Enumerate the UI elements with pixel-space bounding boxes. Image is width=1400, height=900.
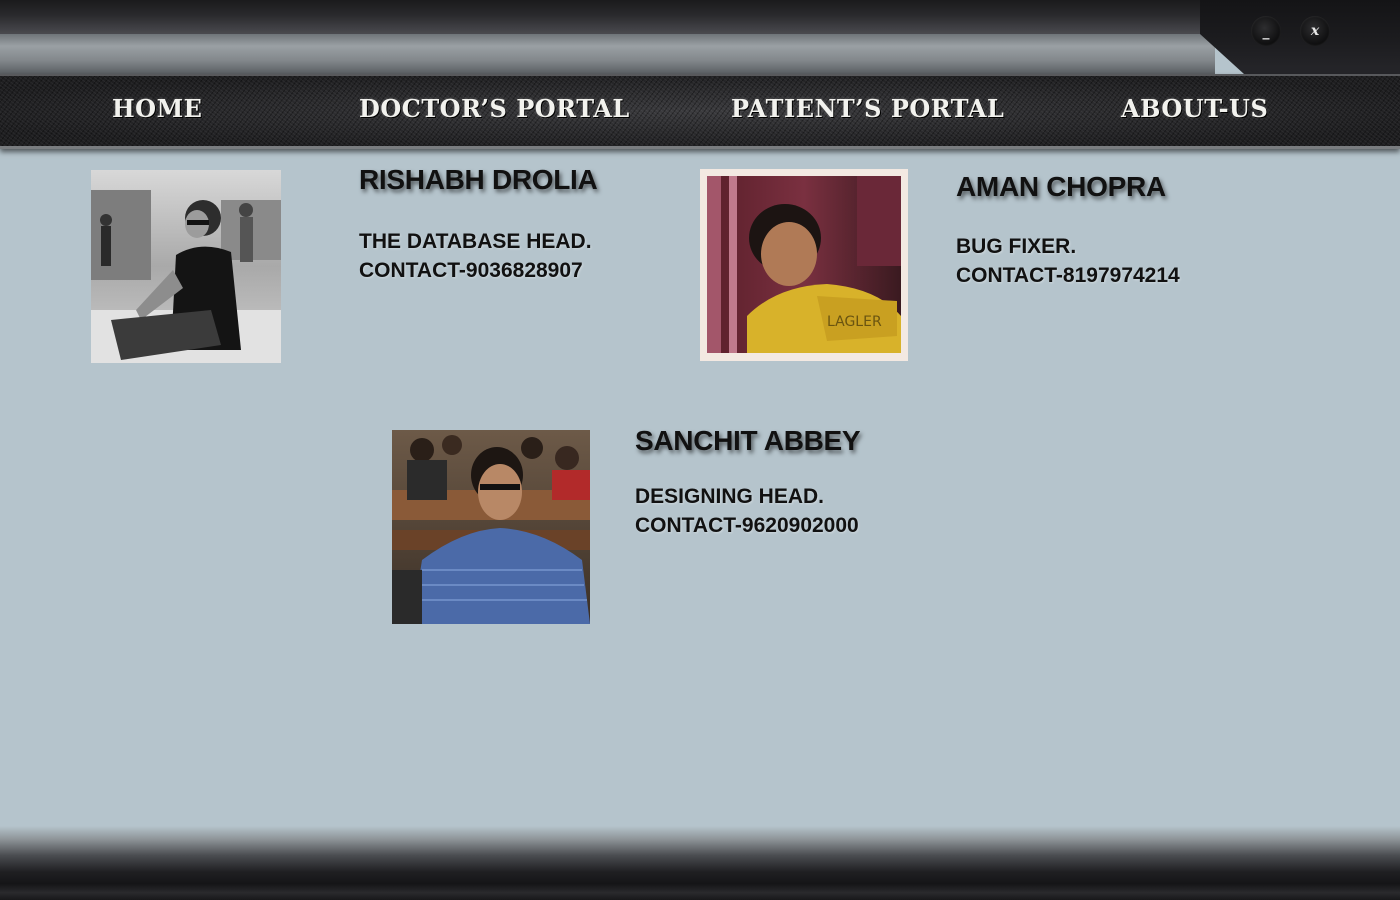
member-name: AMAN CHOPRA: [956, 171, 1166, 202]
member-name: SANCHIT ABBEY: [635, 425, 861, 456]
nav-item-about-us[interactable]: About-Us: [1121, 76, 1268, 146]
member-role: THE DATABASE HEAD.: [359, 230, 592, 253]
member-role: DESIGNING HEAD.: [635, 485, 825, 508]
about-us-page: _ x Home Doctor’s Portal Patient’s Porta…: [0, 0, 1400, 900]
close-button[interactable]: x: [1300, 16, 1330, 46]
member-role: BUG FIXER.: [956, 235, 1077, 258]
member-contact: CONTACT-9036828907: [359, 259, 583, 282]
photo-placeholder-icon: LAGLER: [707, 176, 901, 353]
member-photo-aman: LAGLER: [700, 169, 908, 361]
nav-item-doctors-portal[interactable]: Doctor’s Portal: [359, 76, 630, 146]
window-top-frame: [0, 0, 1400, 34]
member-photo-sanchit: [392, 430, 590, 624]
member-name: RISHABH DROLIA: [359, 164, 598, 195]
member-contact: CONTACT-8197974214: [956, 264, 1180, 287]
svg-text:LAGLER: LAGLER: [827, 314, 882, 330]
nav-item-home[interactable]: Home: [112, 76, 202, 146]
photo-placeholder-icon: [91, 170, 281, 363]
member-photo-rishabh: [91, 170, 281, 363]
minimize-icon: _: [1262, 24, 1270, 40]
nav-item-patients-portal[interactable]: Patient’s Portal: [731, 76, 1004, 146]
minimize-button[interactable]: _: [1251, 16, 1281, 46]
window-title-bevel: [0, 34, 1215, 75]
window-bottom-frame: [0, 826, 1400, 900]
member-contact: CONTACT-9620902000: [635, 514, 859, 537]
main-nav-bar: Home Doctor’s Portal Patient’s Portal Ab…: [0, 74, 1400, 149]
window-corner-panel: [1200, 0, 1400, 74]
close-icon: x: [1310, 23, 1320, 39]
photo-placeholder-icon: [392, 430, 590, 624]
